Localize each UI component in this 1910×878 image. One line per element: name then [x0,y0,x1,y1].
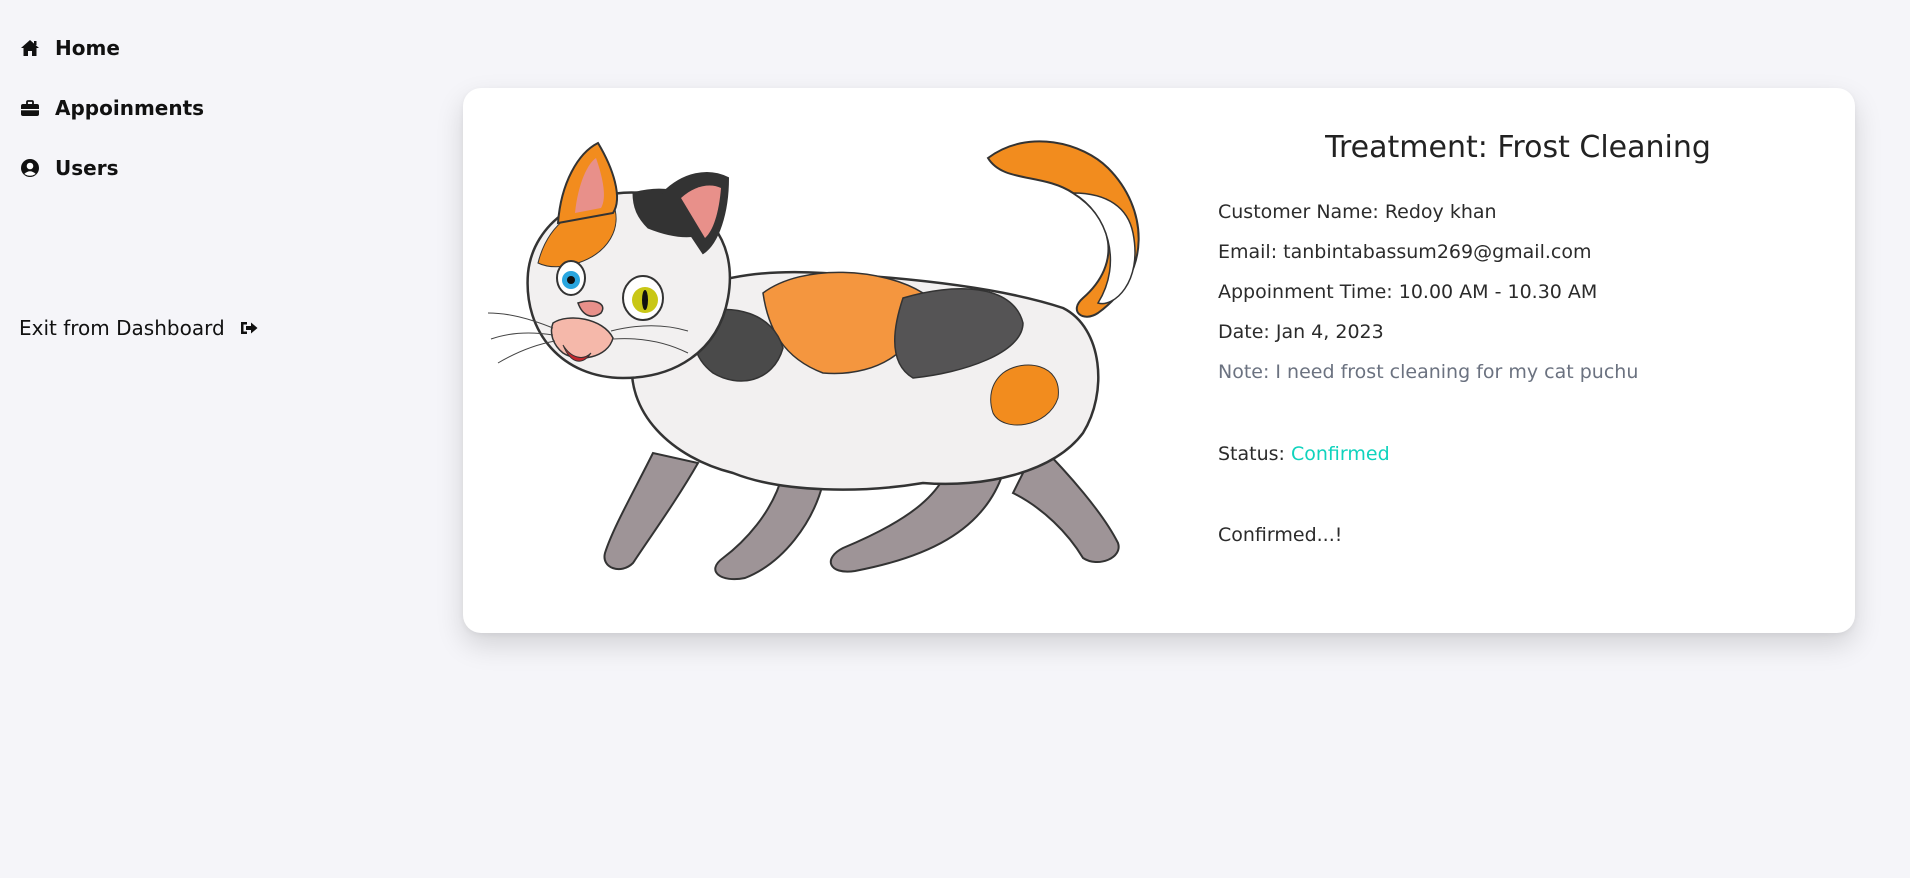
sidebar: Home Appoinments Users Exit from Dashboa… [0,0,300,878]
briefcase-icon [19,97,41,119]
sidebar-item-users[interactable]: Users [19,156,118,180]
confirmed-message: Confirmed...! [1218,524,1343,546]
customer-name: Customer Name: Redoy khan [1218,201,1497,223]
status-badge: Confirmed [1291,443,1390,465]
sidebar-item-home[interactable]: Home [19,36,120,60]
status-line: Status: Confirmed [1218,443,1390,465]
sidebar-item-label: Home [55,36,120,60]
status-label: Status: [1218,443,1291,465]
treatment-title: Treatment: Frost Cleaning [1325,130,1711,165]
cat-image [483,113,1163,583]
sidebar-item-appointments[interactable]: Appoinments [19,96,204,120]
exit-dashboard-link[interactable]: Exit from Dashboard [19,316,259,340]
appointment-date: Date: Jan 4, 2023 [1218,321,1384,343]
sign-out-icon [239,319,259,337]
appointment-card: Treatment: Frost Cleaning Customer Name:… [463,88,1855,633]
home-icon [19,37,41,59]
appointment-note: Note: I need frost cleaning for my cat p… [1218,361,1639,383]
sidebar-item-label: Users [55,156,119,180]
sidebar-item-label: Appoinments [55,96,205,120]
exit-label: Exit from Dashboard [19,316,225,340]
user-circle-icon [19,157,41,179]
customer-email: Email: tanbintabassum269@gmail.com [1218,241,1592,263]
appointment-time: Appoinment Time: 10.00 AM - 10.30 AM [1218,281,1598,303]
